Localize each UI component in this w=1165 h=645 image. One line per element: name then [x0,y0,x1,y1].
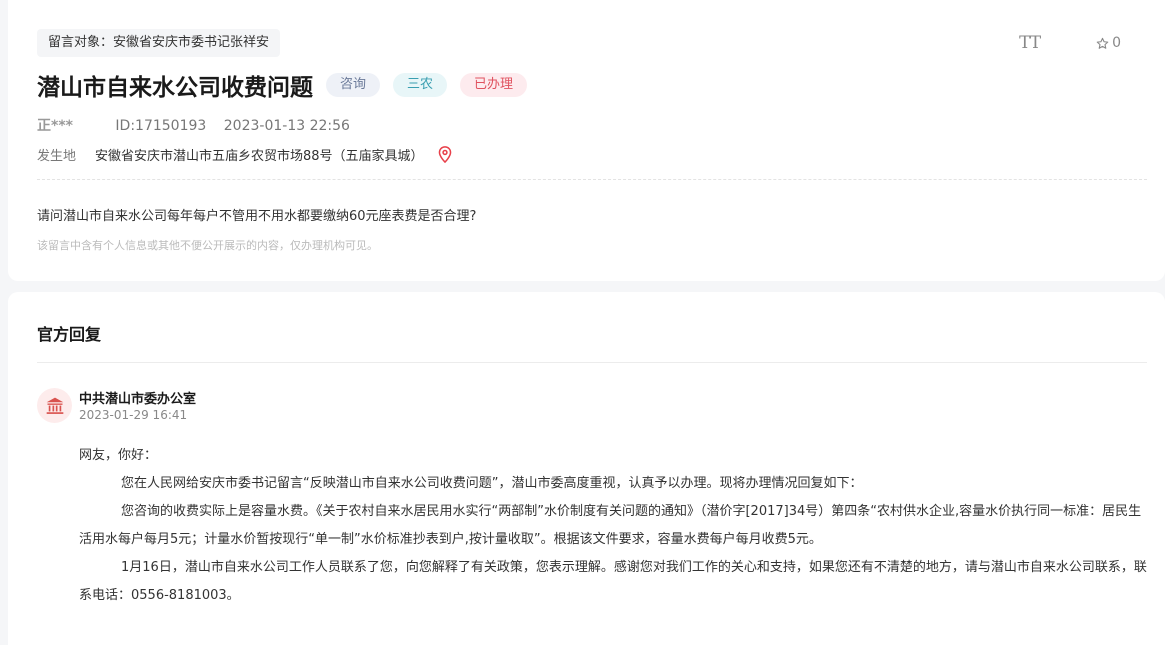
reply-paragraph: 您在人民网给安庆市委书记留言“反映潜山市自来水公司收费问题”，潜山市委高度重视，… [121,476,863,491]
message-datetime: 2023-01-13 22:56 [223,118,350,134]
reply-paragraph: 1月16日，潜山市自来水公司工作人员联系了您，向您解释了有关政策，您表示理解。感… [79,560,1147,603]
privacy-notice: 该留言中含有个人信息或其他不便公开展示的内容，仅办理机构可见。 [37,239,378,252]
message-target-chip: 留言对象：安徽省安庆市委书记张祥安 [37,29,281,57]
message-title: 潜山市自来水公司收费问题 [37,75,313,101]
toolbar: TT 0 [1019,33,1121,53]
reply-paragraph: 您咨询的收费实际上是容量水费。《关于农村自来水居民用水实行“两部制”水价制度有关… [79,504,1142,547]
location-label: 发生地 [37,149,77,164]
reply-time: 2023-01-29 16:41 [79,408,188,422]
government-building-icon [46,397,63,414]
location-value: 安徽省安庆市潜山市五庙乡农贸市场88号（五庙家具城） [95,149,424,164]
message-card: 留言对象：安徽省安庆市委书记张祥安 TT 0 潜山市自来水公司收费问题 咨询 三… [8,0,1165,281]
favorite-button[interactable]: 0 [1096,35,1121,51]
reply-heading: 官方回复 [37,325,102,344]
tag-consult: 咨询 [326,73,381,97]
official-reply-card: 官方回复 中共潜山市委办公室 2023-01-29 16:41 网友，你好： 您… [8,292,1165,645]
reply-greeting: 网友，你好： [79,448,158,463]
font-size-icon[interactable]: TT [1019,33,1041,53]
reply-org-name: 中共潜山市委办公室 [79,392,197,407]
meta-row: 正*** ID:17150193 2023-01-13 22:56 [37,115,363,135]
divider [37,179,1147,180]
org-avatar [37,388,72,423]
question-text: 请问潜山市自来水公司每年每户不管用不用水都要缴纳60元座表费是否合理? [37,209,477,224]
title-row: 潜山市自来水公司收费问题 咨询 三农 已办理 [37,68,540,102]
map-pin-icon[interactable] [438,146,452,163]
location-row: 发生地 安徽省安庆市潜山市五庙乡农贸市场88号（五庙家具城） [37,145,452,164]
star-outline-icon [1096,37,1109,49]
divider [37,362,1147,363]
tag-status-done: 已办理 [460,73,528,97]
reply-body: 网友，你好： 您在人民网给安庆市委书记留言“反映潜山市自来水公司收费问题”，潜山… [79,442,1149,610]
author-name: 正*** [37,118,73,134]
tag-agriculture: 三农 [393,73,448,97]
message-id: ID:17150193 [115,118,207,134]
favorite-count: 0 [1112,35,1121,51]
